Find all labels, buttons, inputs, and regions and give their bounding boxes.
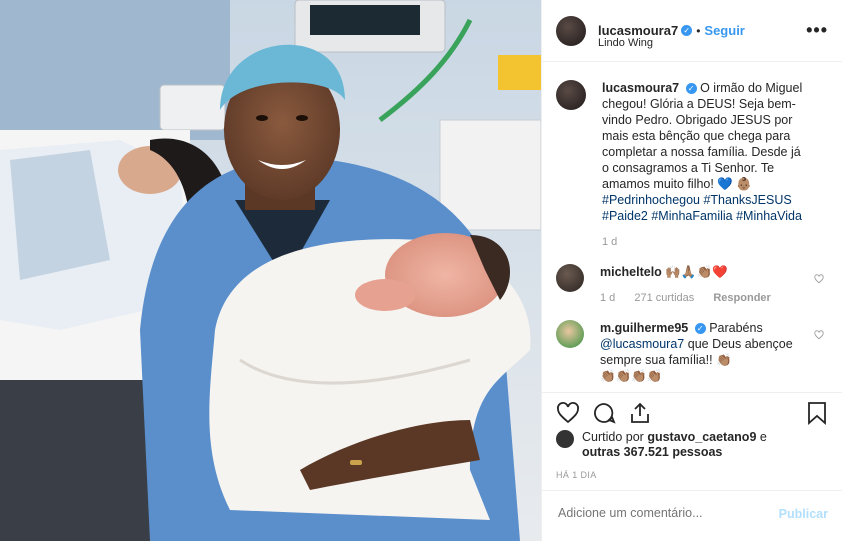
comment-username[interactable]: m.guilherme95 [600,321,688,335]
comment-text-cut: 👏🏽👏🏽👏🏽👏🏽 [600,369,663,383]
comment: micheltelo 🙌🏽🙏🏽👏🏽❤️ 1 d 271 curtidas Res… [556,264,828,306]
comment-text: 🙌🏽🙏🏽👏🏽❤️ [665,265,728,279]
verified-badge-icon: ✓ [694,323,706,335]
caption-username[interactable]: lucasmoura7 [602,81,679,95]
comment-like-heart-icon[interactable] [814,274,824,284]
separator-dot: • [696,23,701,38]
caption-body: lucasmoura7 ✓ O irmão do Miguel chegou! … [602,80,807,250]
add-comment-bar: Publicar [542,490,842,542]
caption-avatar[interactable] [556,80,586,110]
save-bookmark-icon[interactable] [806,401,828,425]
comment-like-heart-icon[interactable] [814,330,824,340]
post-actions [542,392,842,433]
share-icon[interactable] [628,401,652,425]
instagram-post: lucasmoura7 ✓ • Seguir Lindo Wing ••• lu… [0,0,842,541]
caption-text: O irmão do Miguel chegou! Glória a DEUS!… [602,81,803,191]
like-heart-icon[interactable] [556,401,580,425]
likes-prefix: Curtido por [582,430,644,444]
more-options-icon[interactable]: ••• [806,20,828,41]
comment-avatar[interactable] [556,320,584,348]
post-photo[interactable] [0,0,541,541]
comment-mention[interactable]: @lucasmoura7 [600,337,684,351]
likes-summary: Curtido por gustavo_caetano9 e outras 36… [556,430,767,460]
comment-input[interactable] [556,505,770,521]
likes-others[interactable]: outras 367.521 pessoas [582,445,722,459]
comment-likes[interactable]: 271 curtidas [634,292,694,304]
comment-meta: 1 d 271 curtidas Responder [600,290,805,306]
reply-button[interactable]: Responder [713,292,770,304]
post-panel: lucasmoura7 ✓ • Seguir Lindo Wing ••• lu… [541,0,842,541]
post-timestamp[interactable]: HÁ 1 DIA [556,470,597,480]
comment-time: 1 d [600,292,616,304]
comment-text-prefix: Parabéns [709,321,763,335]
comment-icon[interactable] [592,401,616,425]
comment-username[interactable]: micheltelo [600,265,662,279]
comment-avatar[interactable] [556,264,584,292]
post-location[interactable]: Lindo Wing [598,37,653,49]
comment-body: micheltelo 🙌🏽🙏🏽👏🏽❤️ 1 d 271 curtidas Res… [600,264,805,306]
comments-list[interactable]: lucasmoura7 ✓ O irmão do Miguel chegou! … [542,62,842,392]
verified-badge-icon: ✓ [681,25,693,36]
author-avatar[interactable] [556,15,586,46]
comment: m.guilherme95 ✓ Parabéns @lucasmoura7 qu… [556,320,828,384]
publish-button[interactable]: Publicar [779,507,828,521]
caption-time: 1 d [602,236,618,248]
caption-meta: 1 d [602,234,807,250]
comment-body: m.guilherme95 ✓ Parabéns @lucasmoura7 qu… [600,320,805,384]
verified-badge-icon: ✓ [685,83,697,95]
liker-username[interactable]: gustavo_caetano9 [647,430,756,444]
post-header: lucasmoura7 ✓ • Seguir Lindo Wing ••• [542,0,842,62]
follow-button[interactable]: Seguir [704,23,744,38]
caption-hashtags[interactable]: #Pedrinhochegou #ThanksJESUS #Paide2 #Mi… [602,193,802,223]
caption: lucasmoura7 ✓ O irmão do Miguel chegou! … [556,80,828,250]
liker-avatar[interactable] [556,430,574,448]
author-username[interactable]: lucasmoura7 [598,23,678,38]
post-image [0,0,541,541]
likes-suffix: e [756,430,767,444]
